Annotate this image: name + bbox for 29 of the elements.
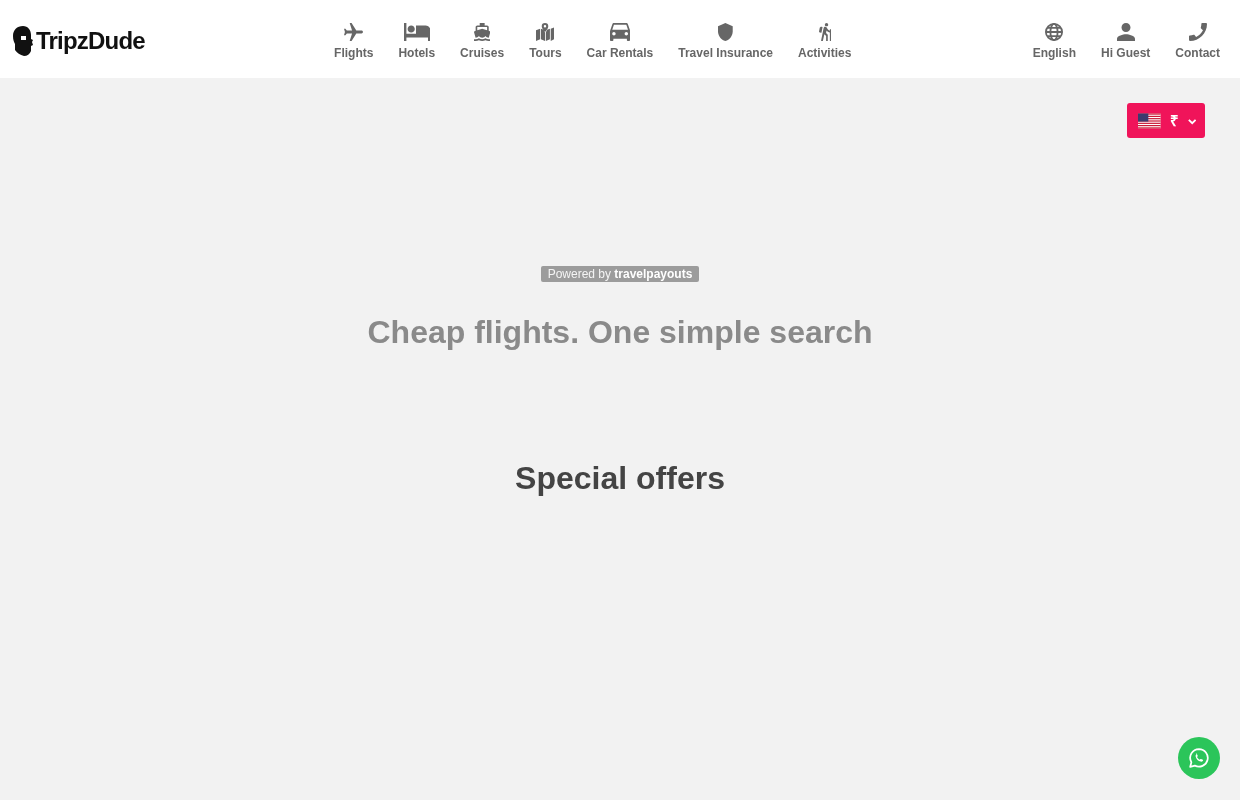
section-title: Special offers [515,459,725,497]
nav-link[interactable]: English [1032,22,1076,60]
chevron-down-icon [1187,118,1196,125]
nav-link[interactable]: Flights [334,22,374,60]
nav-link[interactable]: Cruises [460,22,505,60]
map-pin-icon [536,22,555,41]
phone-bubble-icon [1188,747,1210,769]
nav-link[interactable]: Hotels [398,22,436,60]
chat-button[interactable] [1178,737,1220,779]
airplane-icon [344,22,364,41]
hiker-icon [818,22,831,41]
logo[interactable]: TripzDude [12,25,145,56]
shield-icon [718,22,733,41]
nav-link[interactable]: Tours [529,22,562,60]
currency-button[interactable]: ₹ [1127,103,1205,138]
nav-link[interactable]: Contact [1175,22,1220,60]
person-icon [1116,22,1135,41]
search-title: Cheap flights. One simple search [367,313,873,351]
nav-link[interactable]: Activities [798,22,852,60]
car-icon [609,22,631,41]
flag-icon [1138,112,1161,129]
bed-icon [403,22,430,41]
globe-icon [1045,22,1064,41]
nav-link[interactable]: Hi Guest [1100,22,1151,60]
head-silhouette-icon [12,25,34,56]
phone-icon [1188,22,1207,41]
nav-link[interactable]: Travel Insurance [678,22,773,60]
ship-icon [473,22,491,41]
nav-link[interactable]: Car Rentals [586,22,654,60]
